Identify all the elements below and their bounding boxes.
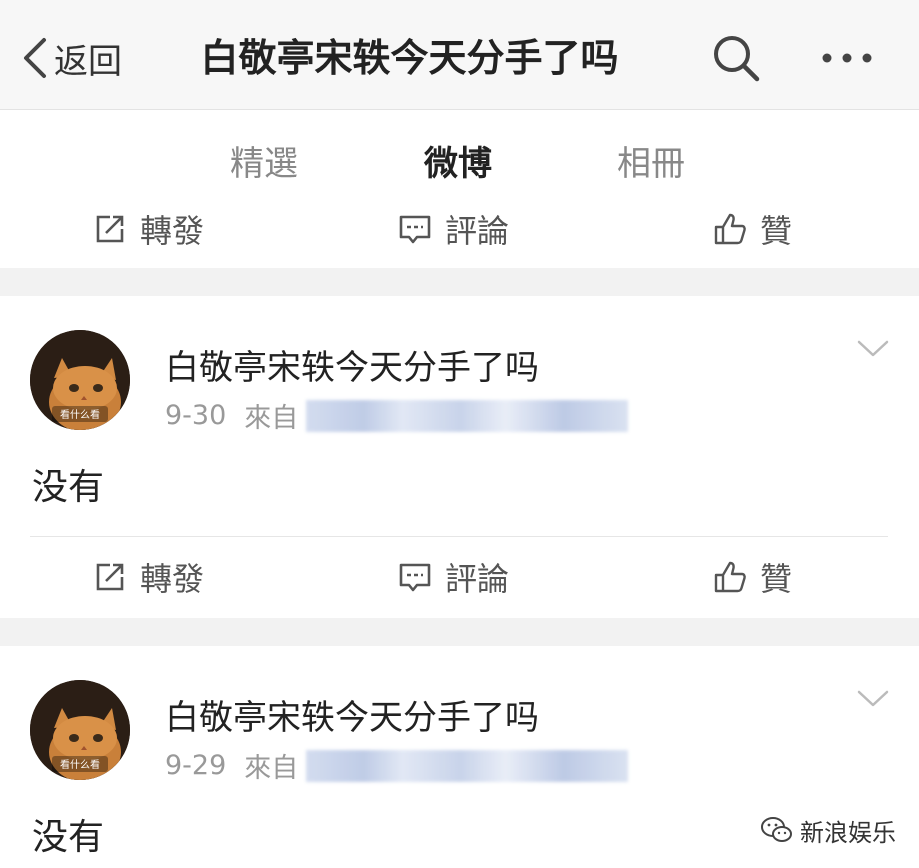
like-button[interactable]: 贊	[712, 190, 792, 268]
repost-icon	[96, 215, 124, 243]
comment-button[interactable]: 評論	[397, 538, 509, 616]
repost-button[interactable]: 轉發	[92, 190, 204, 268]
watermark-label: 新浪娱乐	[800, 818, 896, 847]
section-gap	[0, 618, 919, 646]
tab-weibo[interactable]: 微博	[424, 136, 492, 185]
top-nav-bar: 返回 白敬亭宋轶今天分手了吗	[0, 0, 919, 110]
back-label: 返回	[54, 41, 122, 82]
thumbs-up-icon	[714, 561, 746, 593]
repost-label: 轉發	[140, 212, 205, 250]
comment-label: 評論	[445, 212, 510, 250]
chevron-down-icon[interactable]	[856, 688, 890, 710]
chevron-down-icon[interactable]	[856, 338, 890, 360]
repost-label: 轉發	[140, 560, 205, 598]
blurred-source	[306, 749, 629, 782]
like-button[interactable]: 贊	[712, 538, 792, 616]
section-gap	[0, 268, 919, 296]
tab-featured[interactable]: 精選	[230, 136, 298, 185]
weibo-post: 看什么看 白敬亭宋轶今天分手了吗 9-30 來自 没有 轉發 評論 贊	[0, 296, 919, 618]
post-text: 没有	[32, 817, 105, 858]
comment-label: 評論	[445, 560, 510, 598]
like-label: 贊	[760, 560, 793, 598]
post-action-bar: 轉發 評論 贊	[0, 538, 919, 616]
username[interactable]: 白敬亭宋轶今天分手了吗	[165, 340, 539, 389]
avatar-caption: 看什么看	[60, 758, 100, 771]
comment-button[interactable]: 評論	[397, 190, 509, 268]
avatar-caption: 看什么看	[60, 408, 100, 421]
post-meta: 9-29 來自	[165, 746, 629, 785]
thumbs-up-icon	[714, 213, 746, 245]
chevron-left-icon	[24, 38, 46, 78]
back-button[interactable]: 返回	[22, 30, 122, 86]
post-action-bar: 轉發 評論 贊	[0, 190, 919, 268]
post-meta: 9-30 來自	[165, 396, 629, 435]
post-text: 没有	[32, 467, 105, 508]
search-icon[interactable]	[710, 32, 762, 84]
comment-icon	[399, 563, 431, 592]
cat-avatar-image: 看什么看	[30, 330, 130, 430]
more-icon[interactable]	[815, 42, 879, 74]
cat-avatar-image: 看什么看	[30, 680, 130, 780]
wechat-icon	[761, 817, 792, 842]
tab-album[interactable]: 相冊	[617, 136, 685, 185]
avatar[interactable]: 看什么看	[30, 330, 130, 430]
post-source-prefix: 來自	[244, 403, 299, 434]
repost-button[interactable]: 轉發	[92, 538, 204, 616]
like-label: 贊	[760, 212, 793, 250]
divider	[30, 536, 888, 537]
comment-icon	[399, 215, 431, 244]
post-source-prefix: 來自	[244, 753, 299, 784]
post-date: 9-30	[165, 400, 227, 431]
repost-icon	[96, 563, 124, 591]
blurred-source	[306, 399, 629, 432]
sina-ent-watermark: 新浪娱乐	[760, 812, 896, 848]
page-title: 白敬亭宋轶今天分手了吗	[200, 36, 619, 80]
avatar[interactable]: 看什么看	[30, 680, 130, 780]
post-date: 9-29	[165, 750, 227, 781]
username[interactable]: 白敬亭宋轶今天分手了吗	[165, 690, 539, 739]
